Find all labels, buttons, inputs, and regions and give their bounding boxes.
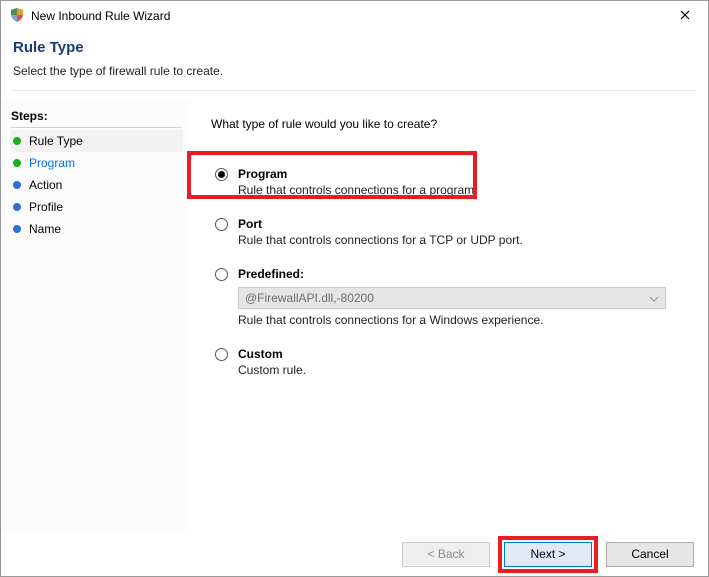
option-custom-label: Custom [238,347,306,361]
highlight-next: Next > [498,536,598,573]
divider [13,90,696,91]
option-port-desc: Rule that controls connections for a TCP… [238,233,523,247]
window-title: New Inbound Rule Wizard [31,9,170,23]
wizard-footer: < Back Next > Cancel [1,532,708,576]
firewall-shield-icon [9,7,25,26]
page-title: Rule Type [13,39,696,56]
option-predefined-label: Predefined: [238,267,666,281]
predefined-combo-value: @FirewallAPI.dll,-80200 [245,291,374,305]
wizard-header: Rule Type Select the type of firewall ru… [1,31,708,101]
option-predefined[interactable]: Predefined: @FirewallAPI.dll,-80200 Rule… [215,267,690,327]
option-custom[interactable]: Custom Custom rule. [215,347,690,377]
step-label: Action [29,178,62,192]
option-program-desc: Rule that controls connections for a pro… [238,183,477,197]
title-bar: New Inbound Rule Wizard [1,1,708,31]
radio-port[interactable] [215,218,228,231]
predefined-combo[interactable]: @FirewallAPI.dll,-80200 [238,287,666,309]
step-label: Rule Type [29,134,83,148]
option-program-label: Program [238,167,477,181]
option-port-label: Port [238,217,523,231]
step-label: Profile [29,200,63,214]
step-profile[interactable]: Profile [11,196,183,218]
step-bullet-icon [13,225,21,233]
option-program[interactable]: Program Rule that controls connections f… [215,167,690,197]
radio-predefined[interactable] [215,268,228,281]
step-bullet-icon [13,137,21,145]
cancel-button[interactable]: Cancel [606,542,694,567]
step-bullet-icon [13,181,21,189]
step-bullet-icon [13,203,21,211]
question-text: What type of rule would you like to crea… [211,117,690,131]
chevron-down-icon [649,291,659,305]
step-bullet-icon [13,159,21,167]
radio-custom[interactable] [215,348,228,361]
steps-sidebar: Steps: Rule Type Program Action Profile … [1,101,189,530]
close-icon [680,9,690,23]
next-button[interactable]: Next > [504,542,592,567]
close-button[interactable] [662,1,708,31]
step-label: Program [29,156,75,170]
step-action[interactable]: Action [11,174,183,196]
option-custom-desc: Custom rule. [238,363,306,377]
step-name[interactable]: Name [11,218,183,240]
step-label: Name [29,222,61,236]
option-predefined-desc: Rule that controls connections for a Win… [238,313,666,327]
wizard-content: What type of rule would you like to crea… [189,101,708,530]
steps-title: Steps: [11,105,181,128]
radio-program[interactable] [215,168,228,181]
back-button[interactable]: < Back [402,542,490,567]
step-program[interactable]: Program [11,152,183,174]
step-rule-type[interactable]: Rule Type [11,130,183,152]
page-description: Select the type of firewall rule to crea… [13,64,696,78]
option-port[interactable]: Port Rule that controls connections for … [215,217,690,247]
